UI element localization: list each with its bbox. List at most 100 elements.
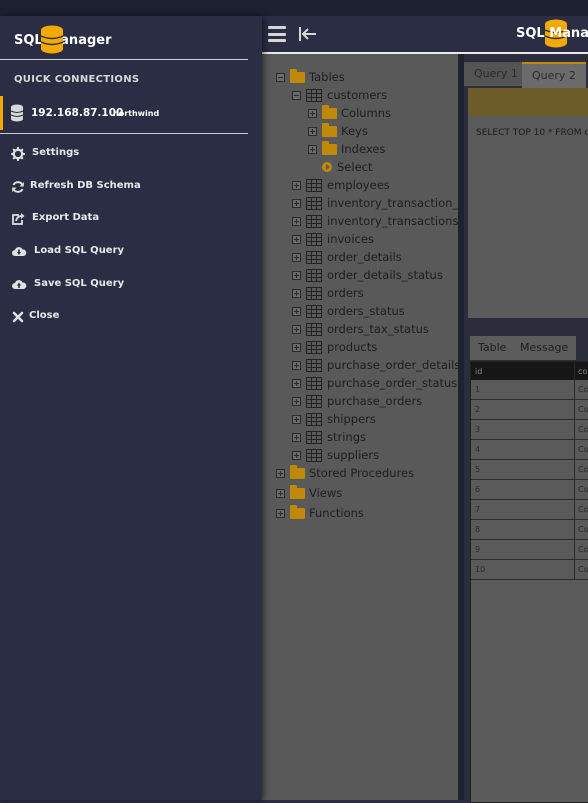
tree-node-tables[interactable]: Tables xyxy=(276,68,345,86)
tab-query-1[interactable]: Query 1 xyxy=(464,62,528,86)
tree-label: order_details_status xyxy=(327,268,443,282)
tab-query-2[interactable]: Query 2 xyxy=(522,62,586,88)
expand-icon[interactable] xyxy=(276,508,285,518)
table-row[interactable]: 9 Co xyxy=(471,540,588,560)
expand-icon[interactable] xyxy=(292,324,301,334)
folder-icon xyxy=(322,104,337,119)
expand-icon[interactable] xyxy=(276,468,285,478)
grid-cell: 3 xyxy=(471,420,575,439)
expand-icon[interactable] xyxy=(292,360,301,370)
divider xyxy=(0,133,248,134)
tree-node-table[interactable]: orders xyxy=(292,284,364,302)
expand-icon[interactable] xyxy=(292,306,301,316)
tree-node-table[interactable]: order_details xyxy=(292,248,402,266)
tree-node-table[interactable]: inventory_transaction_ty xyxy=(292,194,458,212)
tree-node-views[interactable]: Views xyxy=(276,484,342,502)
tree-label: employees xyxy=(327,178,390,192)
grid-cell: Co xyxy=(578,405,588,414)
expand-icon[interactable] xyxy=(308,126,317,136)
grid-rows: 1 Co 2 Co 3 Co 4 Co 5 Co 6 Co 7 Co 8 Co 9 Co 10 Co xyxy=(471,380,588,580)
tree-node-indexes[interactable]: Indexes xyxy=(308,140,385,158)
active-indicator xyxy=(0,96,3,130)
tree-node-keys[interactable]: Keys xyxy=(308,122,368,140)
menu-label: Settings xyxy=(32,147,80,158)
menu-item-settings[interactable]: Settings xyxy=(0,141,248,167)
expand-icon[interactable] xyxy=(308,144,317,154)
table-row[interactable]: 1 Co xyxy=(471,380,588,400)
close-icon xyxy=(12,311,24,323)
tree-node-table[interactable]: inventory_transactions xyxy=(292,212,458,230)
expand-icon[interactable] xyxy=(292,270,301,280)
editor-pane: Query 1 Query 2 SELECT TOP 10 * FROM cu … xyxy=(464,54,588,803)
tab-message[interactable]: Message xyxy=(512,336,577,360)
table-row[interactable]: 5 Co xyxy=(471,460,588,480)
cloud-upload-icon xyxy=(12,280,27,289)
tree-node-stored-procedures[interactable]: Stored Procedures xyxy=(276,464,414,482)
tree-node-table[interactable]: strings xyxy=(292,428,366,446)
tree-label: Stored Procedures xyxy=(309,466,415,480)
expand-icon[interactable] xyxy=(292,396,301,406)
expand-icon[interactable] xyxy=(292,216,301,226)
folder-icon xyxy=(322,140,337,155)
table-icon xyxy=(306,250,322,264)
tree-node-table[interactable]: employees xyxy=(292,176,390,194)
expand-icon[interactable] xyxy=(292,288,301,298)
table-icon xyxy=(306,286,322,300)
tree-node-table[interactable]: purchase_order_details xyxy=(292,356,458,374)
grid-header-cell[interactable]: id xyxy=(471,362,575,380)
table-row[interactable]: 8 Co xyxy=(471,520,588,540)
tree-label: suppliers xyxy=(327,448,380,462)
tree-node-select[interactable]: Select xyxy=(322,158,372,176)
grid-cell: Co xyxy=(578,425,588,434)
collapse-left-icon[interactable] xyxy=(298,24,318,44)
quick-connection-item[interactable]: 192.168.87.100 northwind xyxy=(0,96,248,130)
tree-node-table[interactable]: order_details_status xyxy=(292,266,443,284)
tree-label: inventory_transactions xyxy=(327,214,458,228)
tree-node-table[interactable]: purchase_order_status xyxy=(292,374,457,392)
tree-node-table[interactable]: orders_status xyxy=(292,302,405,320)
tree-node-table[interactable]: orders_tax_status xyxy=(292,320,429,338)
table-row[interactable]: 2 Co xyxy=(471,400,588,420)
tree-node-table[interactable]: purchase_orders xyxy=(292,392,422,410)
expand-icon[interactable] xyxy=(276,488,285,498)
menu-icon[interactable] xyxy=(268,26,286,42)
expand-icon[interactable] xyxy=(292,432,301,442)
menu-item-refresh-db-schema[interactable]: Refresh DB Schema xyxy=(0,174,248,200)
tree-node-columns[interactable]: Columns xyxy=(308,104,391,122)
table-row[interactable]: 10 Co xyxy=(471,560,588,580)
tree-node-table[interactable]: suppliers xyxy=(292,446,379,464)
table-icon xyxy=(306,322,322,336)
table-row[interactable]: 3 Co xyxy=(471,420,588,440)
sql-editor[interactable]: SELECT TOP 10 * FROM cu xyxy=(468,88,588,318)
table-row[interactable]: 4 Co xyxy=(471,440,588,460)
folder-icon xyxy=(290,504,305,519)
expand-icon[interactable] xyxy=(292,342,301,352)
tab-table[interactable]: Table xyxy=(470,336,515,360)
expand-icon[interactable] xyxy=(292,252,301,262)
expand-icon[interactable] xyxy=(292,198,301,208)
collapse-icon[interactable] xyxy=(276,72,285,82)
collapse-icon[interactable] xyxy=(292,90,301,100)
table-icon xyxy=(306,178,322,192)
grid-cell: 4 xyxy=(471,440,575,459)
menu-item-save-sql-query[interactable]: Save SQL Query xyxy=(0,272,248,298)
table-row[interactable]: 6 Co xyxy=(471,480,588,500)
tree-node-table[interactable]: products xyxy=(292,338,377,356)
folder-icon xyxy=(290,484,305,499)
expand-icon[interactable] xyxy=(292,414,301,424)
tree-label: Functions xyxy=(309,506,364,520)
grid-header-cell[interactable]: co xyxy=(575,367,587,376)
menu-item-load-sql-query[interactable]: Load SQL Query xyxy=(0,239,248,265)
tree-node-table[interactable]: shippers xyxy=(292,410,376,428)
expand-icon[interactable] xyxy=(292,378,301,388)
expand-icon[interactable] xyxy=(292,180,301,190)
menu-item-close[interactable]: Close xyxy=(0,304,248,330)
table-row[interactable]: 7 Co xyxy=(471,500,588,520)
expand-icon[interactable] xyxy=(292,234,301,244)
tree-node-customers[interactable]: customers xyxy=(292,86,387,104)
expand-icon[interactable] xyxy=(292,450,301,460)
tree-node-table[interactable]: invoices xyxy=(292,230,374,248)
tree-node-functions[interactable]: Functions xyxy=(276,504,364,522)
expand-icon[interactable] xyxy=(308,108,317,118)
menu-item-export-data[interactable]: Export Data xyxy=(0,206,248,232)
